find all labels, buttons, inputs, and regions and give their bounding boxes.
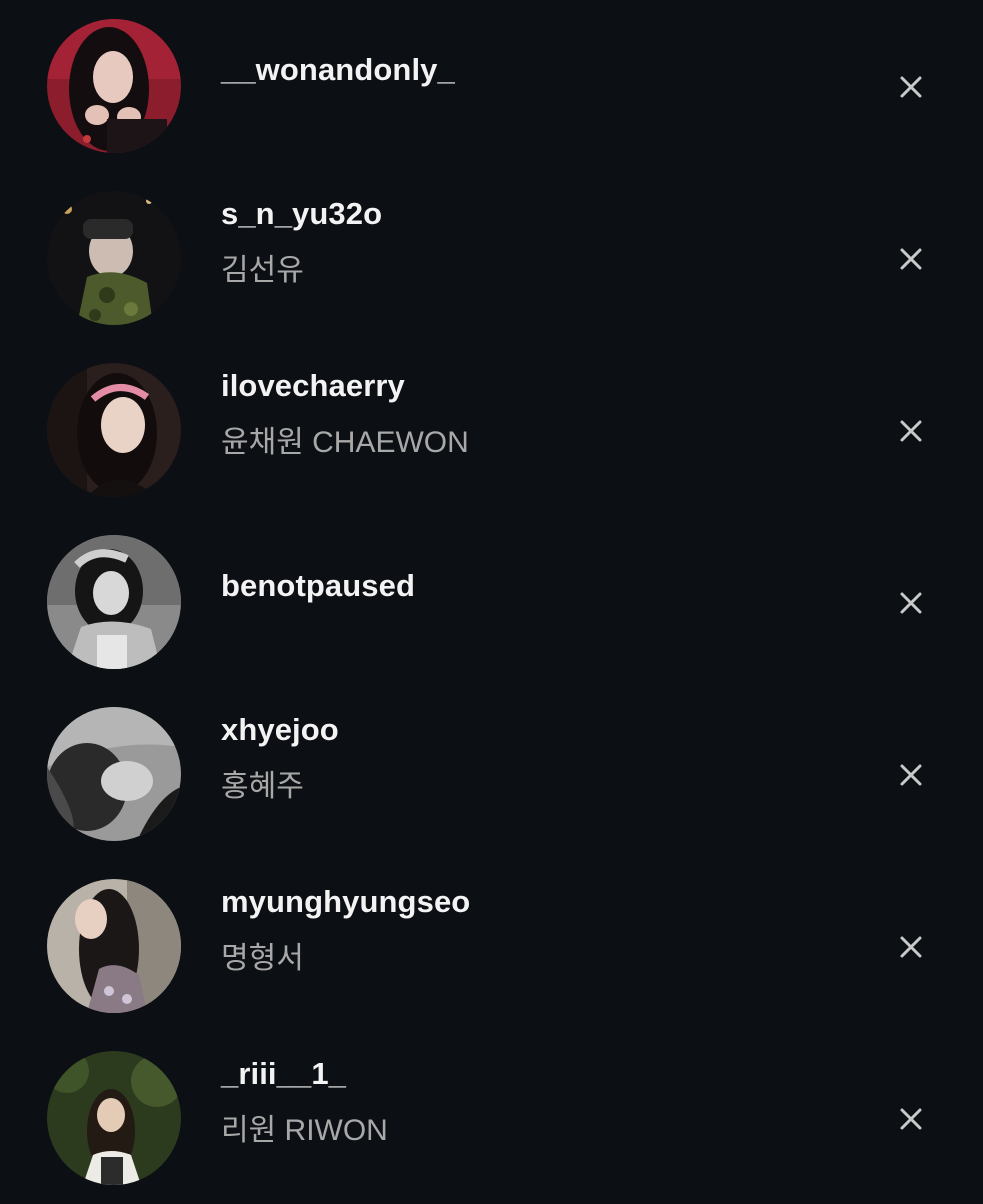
full-name: 김선유 bbox=[221, 254, 304, 287]
username[interactable]: s_n_yu32o bbox=[221, 196, 382, 232]
full-name: 명형서 bbox=[221, 942, 304, 975]
profile-photo-icon bbox=[47, 1051, 181, 1185]
list-item[interactable]: _riii__1_ 리원 RIWON bbox=[0, 1032, 983, 1204]
full-name: 리원 RIWON bbox=[221, 1114, 388, 1147]
close-icon[interactable] bbox=[896, 760, 926, 790]
close-icon[interactable] bbox=[896, 588, 926, 618]
close-icon[interactable] bbox=[896, 1104, 926, 1134]
avatar[interactable] bbox=[47, 363, 181, 497]
profile-photo-icon bbox=[47, 879, 181, 1013]
profile-photo-icon bbox=[47, 707, 181, 841]
profile-photo-icon bbox=[47, 363, 181, 497]
username[interactable]: benotpaused bbox=[221, 568, 415, 604]
avatar[interactable] bbox=[47, 1051, 181, 1185]
avatar[interactable] bbox=[47, 879, 181, 1013]
username[interactable]: __wonandonly_ bbox=[221, 52, 455, 88]
username[interactable]: myunghyungseo bbox=[221, 884, 470, 920]
profile-photo-icon bbox=[47, 535, 181, 669]
avatar[interactable] bbox=[47, 191, 181, 325]
close-icon[interactable] bbox=[896, 932, 926, 962]
avatar[interactable] bbox=[47, 19, 181, 153]
username[interactable]: _riii__1_ bbox=[221, 1056, 346, 1092]
full-name: 홍혜주 bbox=[221, 770, 304, 803]
close-icon[interactable] bbox=[896, 72, 926, 102]
full-name: 윤채원 CHAEWON bbox=[221, 426, 469, 459]
profile-photo-icon bbox=[47, 191, 181, 325]
list-item[interactable]: xhyejoo 홍혜주 bbox=[0, 688, 983, 860]
list-item[interactable]: myunghyungseo 명형서 bbox=[0, 860, 983, 1032]
username[interactable]: xhyejoo bbox=[221, 712, 339, 748]
close-icon[interactable] bbox=[896, 416, 926, 446]
avatar[interactable] bbox=[47, 535, 181, 669]
list-item[interactable]: ilovechaerry 윤채원 CHAEWON bbox=[0, 344, 983, 516]
profile-photo-icon bbox=[47, 19, 181, 153]
username[interactable]: ilovechaerry bbox=[221, 368, 405, 404]
list-item[interactable]: benotpaused bbox=[0, 516, 983, 688]
account-list: __wonandonly_ s_n_yu32o 김선유 ilovechaerry… bbox=[0, 0, 983, 1200]
avatar[interactable] bbox=[47, 707, 181, 841]
list-item[interactable]: __wonandonly_ bbox=[0, 0, 983, 172]
list-item[interactable]: s_n_yu32o 김선유 bbox=[0, 172, 983, 344]
close-icon[interactable] bbox=[896, 244, 926, 274]
